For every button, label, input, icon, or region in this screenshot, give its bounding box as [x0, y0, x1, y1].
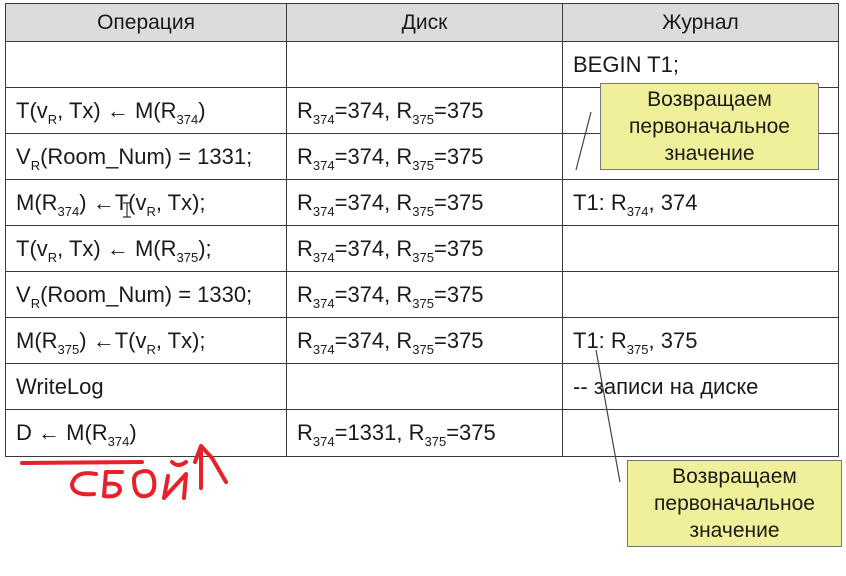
disk-cell — [286, 41, 563, 88]
op-cell: WriteLog — [5, 363, 287, 410]
op-cell: VR(Room_Num) = 1330; — [5, 271, 287, 318]
op-cell: M(R374) ←T(vR, Tx); — [5, 179, 287, 226]
log-cell: BEGIN T1; — [562, 41, 839, 88]
log-cell: -- записи на диске — [562, 363, 839, 410]
handwriting-b — [102, 470, 124, 499]
table-row: M(R375) ←T(vR, Tx); R374=374, R375=375 T… — [5, 317, 839, 364]
header-row: Операция Диск Журнал — [5, 3, 839, 42]
red-underline — [20, 460, 144, 465]
table-row: VR(Room_Num) = 1330; R374=374, R375=375 — [5, 271, 839, 318]
op-cell: D ← M(R374) — [5, 409, 287, 457]
op-cell: T(vR, Tx) ← M(R375); — [5, 225, 287, 272]
log-cell — [562, 271, 839, 318]
disk-cell: R374=1331, R375=375 — [286, 409, 563, 457]
disk-cell: R374=374, R375=375 — [286, 317, 563, 364]
disk-cell — [286, 363, 563, 410]
table-row: M(R374) ←T(vR, Tx); R374=374, R375=375 T… — [5, 179, 839, 226]
disk-cell: R374=374, R375=375 — [286, 179, 563, 226]
log-table: Операция Диск Журнал BEGIN T1; T(vR, Tx)… — [5, 3, 839, 457]
handwriting-o — [132, 469, 157, 499]
note-bottom: Возвращаем первоначальное значение — [627, 460, 842, 547]
op-cell — [5, 41, 287, 88]
note-top: Возвращаем первоначальное значение — [600, 83, 819, 170]
disk-cell: R374=374, R375=375 — [286, 225, 563, 272]
op-cell: M(R375) ←T(vR, Tx); — [5, 317, 287, 364]
handwriting-i — [162, 460, 188, 500]
header-log: Журнал — [562, 3, 839, 42]
op-cell: VR(Room_Num) = 1331; — [5, 133, 287, 180]
disk-cell: R374=374, R375=375 — [286, 271, 563, 318]
log-cell — [562, 409, 839, 457]
handwriting-c — [70, 471, 98, 497]
disk-cell: R374=374, R375=375 — [286, 87, 563, 134]
table-row: BEGIN T1; — [5, 41, 839, 88]
log-cell: T1: R374, 374 — [562, 179, 839, 226]
log-cell: T1: R375, 375 — [562, 317, 839, 364]
disk-cell: R374=374, R375=375 — [286, 133, 563, 180]
header-operation: Операция — [5, 3, 287, 42]
table-row: T(vR, Tx) ← M(R375); R374=374, R375=375 — [5, 225, 839, 272]
table-row: WriteLog -- записи на диске — [5, 363, 839, 410]
log-cell — [562, 225, 839, 272]
header-disk: Диск — [286, 3, 563, 42]
op-cell: T(vR, Tx) ← M(R374) — [5, 87, 287, 134]
table-row: D ← M(R374) R374=1331, R375=375 — [5, 409, 839, 457]
